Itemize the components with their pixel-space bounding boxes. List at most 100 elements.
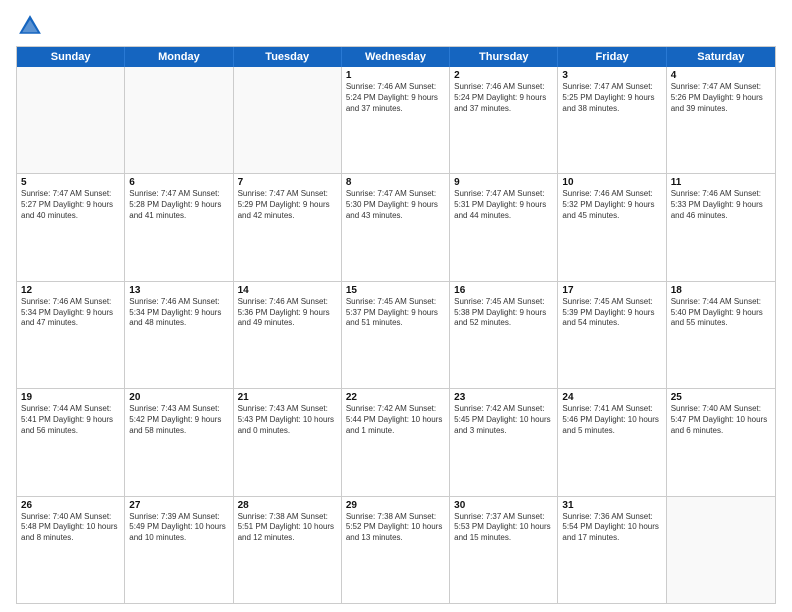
calendar-cell [17, 67, 125, 173]
calendar-cell: 20Sunrise: 7:43 AM Sunset: 5:42 PM Dayli… [125, 389, 233, 495]
weekday-header: Wednesday [342, 47, 450, 67]
day-number: 19 [21, 392, 120, 403]
calendar-cell: 4Sunrise: 7:47 AM Sunset: 5:26 PM Daylig… [667, 67, 775, 173]
calendar-cell: 2Sunrise: 7:46 AM Sunset: 5:24 PM Daylig… [450, 67, 558, 173]
logo [16, 12, 48, 40]
day-number: 8 [346, 177, 445, 188]
calendar-cell: 25Sunrise: 7:40 AM Sunset: 5:47 PM Dayli… [667, 389, 775, 495]
calendar-cell: 10Sunrise: 7:46 AM Sunset: 5:32 PM Dayli… [558, 174, 666, 280]
cell-daylight-info: Sunrise: 7:45 AM Sunset: 5:37 PM Dayligh… [346, 297, 445, 329]
calendar-cell: 23Sunrise: 7:42 AM Sunset: 5:45 PM Dayli… [450, 389, 558, 495]
weekday-header: Saturday [667, 47, 775, 67]
day-number: 29 [346, 500, 445, 511]
cell-daylight-info: Sunrise: 7:38 AM Sunset: 5:52 PM Dayligh… [346, 512, 445, 544]
calendar-row: 1 Sunrise: 7:46 AM Sunset: 5:24 PM Daylig… [17, 67, 775, 173]
cell-daylight-info: Sunrise: 7:39 AM Sunset: 5:49 PM Dayligh… [129, 512, 228, 544]
calendar-row: 26Sunrise: 7:40 AM Sunset: 5:48 PM Dayli… [17, 496, 775, 603]
calendar-cell: 21Sunrise: 7:43 AM Sunset: 5:43 PM Dayli… [234, 389, 342, 495]
cell-daylight-info: Sunrise: 7:46 AM Sunset: 5:34 PM Dayligh… [21, 297, 120, 329]
day-number: 28 [238, 500, 337, 511]
day-number: 5 [21, 177, 120, 188]
day-number: 24 [562, 392, 661, 403]
calendar-cell: 19Sunrise: 7:44 AM Sunset: 5:41 PM Dayli… [17, 389, 125, 495]
calendar-cell: 18Sunrise: 7:44 AM Sunset: 5:40 PM Dayli… [667, 282, 775, 388]
cell-daylight-info: Sunrise: 7:38 AM Sunset: 5:51 PM Dayligh… [238, 512, 337, 544]
day-number: 11 [671, 177, 771, 188]
day-number: 13 [129, 285, 228, 296]
cell-daylight-info: Sunrise: 7:43 AM Sunset: 5:42 PM Dayligh… [129, 404, 228, 436]
calendar-cell: 29Sunrise: 7:38 AM Sunset: 5:52 PM Dayli… [342, 497, 450, 603]
cell-daylight-info: Sunrise: 7:47 AM Sunset: 5:25 PM Dayligh… [562, 82, 661, 114]
calendar-cell: 1Sunrise: 7:46 AM Sunset: 5:24 PM Daylig… [342, 67, 450, 173]
calendar-cell: 15Sunrise: 7:45 AM Sunset: 5:37 PM Dayli… [342, 282, 450, 388]
cell-daylight-info: Sunrise: 7:40 AM Sunset: 5:48 PM Dayligh… [21, 512, 120, 544]
calendar-cell: 5Sunrise: 7:47 AM Sunset: 5:27 PM Daylig… [17, 174, 125, 280]
calendar-row: 19Sunrise: 7:44 AM Sunset: 5:41 PM Dayli… [17, 388, 775, 495]
cell-daylight-info: Sunrise: 7:46 AM Sunset: 5:32 PM Dayligh… [562, 189, 661, 221]
calendar-cell: 30Sunrise: 7:37 AM Sunset: 5:53 PM Dayli… [450, 497, 558, 603]
page: SundayMondayTuesdayWednesdayThursdayFrid… [0, 0, 792, 612]
calendar-cell: 3Sunrise: 7:47 AM Sunset: 5:25 PM Daylig… [558, 67, 666, 173]
cell-daylight-info: Sunrise: 7:46 AM Sunset: 5:24 PM Dayligh… [454, 82, 553, 114]
day-number: 12 [21, 285, 120, 296]
cell-daylight-info: Sunrise: 7:47 AM Sunset: 5:31 PM Dayligh… [454, 189, 553, 221]
day-number: 16 [454, 285, 553, 296]
cell-daylight-info: Sunrise: 7:44 AM Sunset: 5:41 PM Dayligh… [21, 404, 120, 436]
cell-daylight-info: Sunrise: 7:47 AM Sunset: 5:30 PM Dayligh… [346, 189, 445, 221]
day-number: 20 [129, 392, 228, 403]
cell-daylight-info: Sunrise: 7:43 AM Sunset: 5:43 PM Dayligh… [238, 404, 337, 436]
day-number: 23 [454, 392, 553, 403]
calendar-cell: 28Sunrise: 7:38 AM Sunset: 5:51 PM Dayli… [234, 497, 342, 603]
day-number: 21 [238, 392, 337, 403]
cell-daylight-info: Sunrise: 7:45 AM Sunset: 5:39 PM Dayligh… [562, 297, 661, 329]
weekday-header: Tuesday [234, 47, 342, 67]
calendar-cell: 6Sunrise: 7:47 AM Sunset: 5:28 PM Daylig… [125, 174, 233, 280]
logo-icon [16, 12, 44, 40]
day-number: 2 [454, 70, 553, 81]
calendar-row: 12Sunrise: 7:46 AM Sunset: 5:34 PM Dayli… [17, 281, 775, 388]
day-number: 7 [238, 177, 337, 188]
cell-daylight-info: Sunrise: 7:46 AM Sunset: 5:34 PM Dayligh… [129, 297, 228, 329]
day-number: 10 [562, 177, 661, 188]
day-number: 31 [562, 500, 661, 511]
day-number: 6 [129, 177, 228, 188]
calendar-cell: 26Sunrise: 7:40 AM Sunset: 5:48 PM Dayli… [17, 497, 125, 603]
day-number: 27 [129, 500, 228, 511]
day-number: 18 [671, 285, 771, 296]
calendar-cell: 7Sunrise: 7:47 AM Sunset: 5:29 PM Daylig… [234, 174, 342, 280]
calendar-row: 5Sunrise: 7:47 AM Sunset: 5:27 PM Daylig… [17, 173, 775, 280]
calendar-cell [667, 497, 775, 603]
calendar-cell [125, 67, 233, 173]
calendar-cell: 24Sunrise: 7:41 AM Sunset: 5:46 PM Dayli… [558, 389, 666, 495]
cell-daylight-info: Sunrise: 7:42 AM Sunset: 5:44 PM Dayligh… [346, 404, 445, 436]
day-number: 15 [346, 285, 445, 296]
day-number: 9 [454, 177, 553, 188]
calendar-cell: 12Sunrise: 7:46 AM Sunset: 5:34 PM Dayli… [17, 282, 125, 388]
cell-daylight-info: Sunrise: 7:41 AM Sunset: 5:46 PM Dayligh… [562, 404, 661, 436]
calendar-cell: 8Sunrise: 7:47 AM Sunset: 5:30 PM Daylig… [342, 174, 450, 280]
weekday-header: Sunday [17, 47, 125, 67]
cell-daylight-info: Sunrise: 7:46 AM Sunset: 5:36 PM Dayligh… [238, 297, 337, 329]
calendar-cell: 14Sunrise: 7:46 AM Sunset: 5:36 PM Dayli… [234, 282, 342, 388]
calendar-cell: 11Sunrise: 7:46 AM Sunset: 5:33 PM Dayli… [667, 174, 775, 280]
day-number: 3 [562, 70, 661, 81]
day-number: 22 [346, 392, 445, 403]
cell-daylight-info: Sunrise: 7:47 AM Sunset: 5:27 PM Dayligh… [21, 189, 120, 221]
weekday-header: Thursday [450, 47, 558, 67]
calendar: SundayMondayTuesdayWednesdayThursdayFrid… [16, 46, 776, 604]
day-number: 26 [21, 500, 120, 511]
cell-daylight-info: Sunrise: 7:45 AM Sunset: 5:38 PM Dayligh… [454, 297, 553, 329]
day-number: 14 [238, 285, 337, 296]
day-number: 17 [562, 285, 661, 296]
cell-daylight-info: Sunrise: 7:36 AM Sunset: 5:54 PM Dayligh… [562, 512, 661, 544]
cell-daylight-info: Sunrise: 7:37 AM Sunset: 5:53 PM Dayligh… [454, 512, 553, 544]
day-number: 1 [346, 70, 445, 81]
calendar-cell: 16Sunrise: 7:45 AM Sunset: 5:38 PM Dayli… [450, 282, 558, 388]
weekday-header: Monday [125, 47, 233, 67]
cell-daylight-info: Sunrise: 7:47 AM Sunset: 5:26 PM Dayligh… [671, 82, 771, 114]
calendar-body: 1 Sunrise: 7:46 AM Sunset: 5:24 PM Daylig… [17, 67, 775, 603]
calendar-cell: 31Sunrise: 7:36 AM Sunset: 5:54 PM Dayli… [558, 497, 666, 603]
header [16, 12, 776, 40]
day-number: 4 [671, 70, 771, 81]
cell-daylight-info: Sunrise: 7:40 AM Sunset: 5:47 PM Dayligh… [671, 404, 771, 436]
